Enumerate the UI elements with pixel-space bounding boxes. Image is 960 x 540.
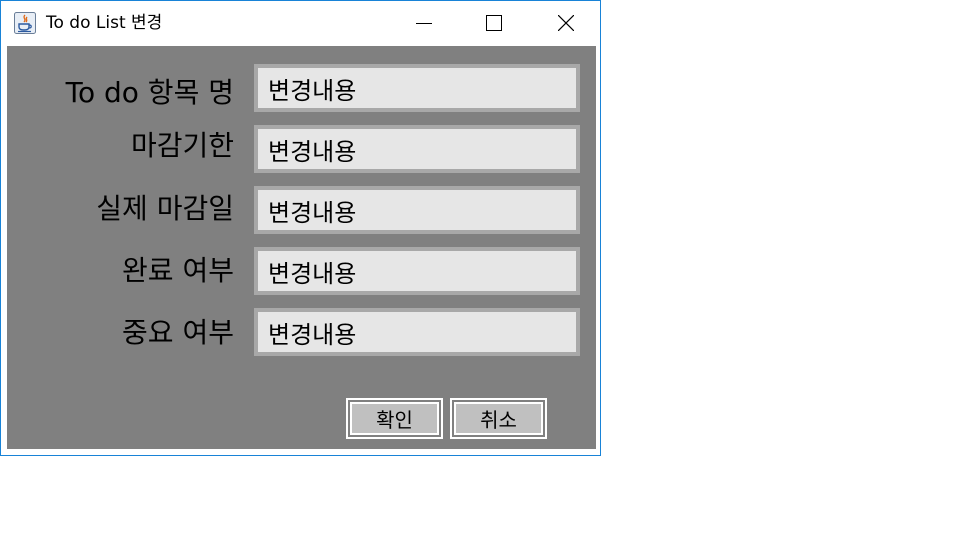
completion-label: 완료 여부 — [122, 254, 234, 287]
close-icon — [558, 15, 574, 31]
java-icon[interactable] — [14, 12, 36, 34]
deadline-label: 마감기한 — [130, 129, 234, 162]
actual-deadline-field[interactable] — [254, 186, 580, 234]
title-bar[interactable]: To do List 변경 — [1, 1, 600, 45]
maximize-icon — [486, 15, 502, 31]
deadline-field[interactable] — [254, 125, 580, 173]
minimize-button[interactable] — [401, 1, 447, 45]
todo-name-field[interactable] — [254, 64, 580, 112]
completion-field[interactable] — [254, 247, 580, 295]
todo-name-label: To do 항목 명 — [65, 76, 234, 109]
close-button[interactable] — [543, 1, 589, 45]
importance-field[interactable] — [254, 308, 580, 356]
dialog-window: To do List 변경 To do 항목 명 마감기한 실제 마감일 완료 … — [0, 0, 601, 456]
maximize-button[interactable] — [471, 1, 517, 45]
importance-label: 중요 여부 — [122, 316, 234, 349]
minimize-icon — [416, 23, 432, 24]
form-panel: To do 항목 명 마감기한 실제 마감일 완료 여부 중요 여부 확인 취소 — [7, 46, 596, 449]
actual-deadline-label: 실제 마감일 — [96, 192, 234, 225]
window-title: To do List 변경 — [46, 13, 163, 33]
cancel-button[interactable]: 취소 — [450, 398, 547, 439]
ok-button[interactable]: 확인 — [346, 398, 443, 439]
